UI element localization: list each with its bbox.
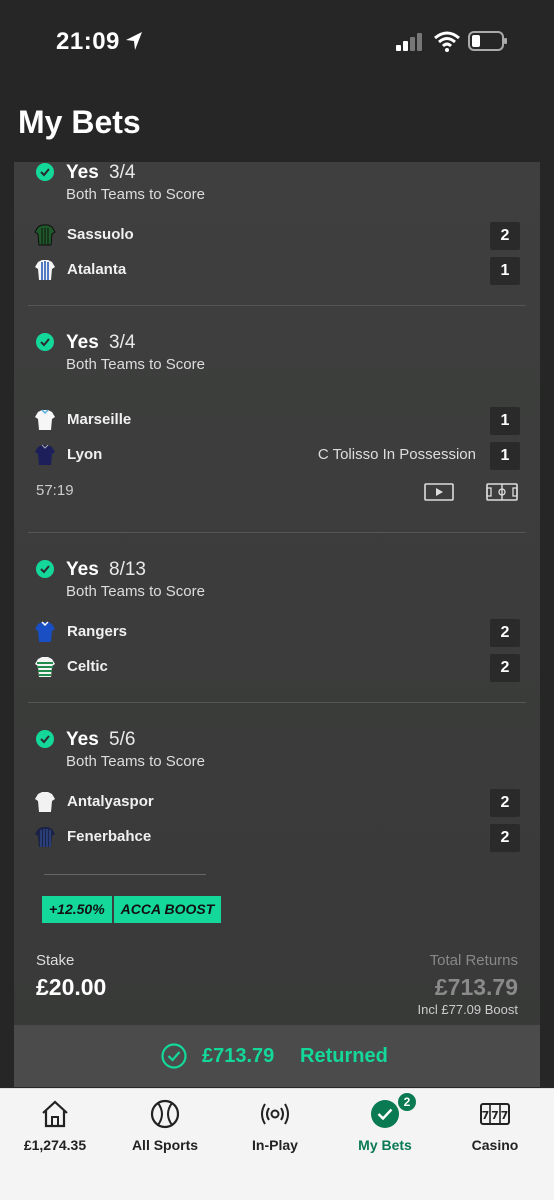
kit-antalyaspor-icon <box>35 792 55 812</box>
team-name: Atalanta <box>67 261 127 278</box>
boost-note: Incl £77.09 Boost <box>417 1002 518 1017</box>
nav-label: Casino <box>471 1137 519 1153</box>
check-circle-icon <box>36 333 54 351</box>
kit-rangers-icon <box>35 621 55 642</box>
kit-marseille-icon <box>35 409 55 430</box>
video-play-icon[interactable] <box>424 482 454 502</box>
kit-celtic-icon <box>35 657 55 677</box>
selection-odds: 8/13 <box>109 559 146 580</box>
team-score: 1 <box>490 407 520 435</box>
team-name: Antalyaspor <box>67 793 154 810</box>
ball-icon <box>150 1099 180 1129</box>
returned-amount: £713.79 <box>202 1045 275 1067</box>
status-bar: 21:09 <box>0 0 554 90</box>
stake-label: Stake <box>36 952 75 969</box>
total-returns-label: Total Returns <box>429 952 518 969</box>
check-circle-outline-icon <box>161 1043 187 1069</box>
svg-text:7: 7 <box>482 1109 490 1122</box>
match-tracker-pitch-icon[interactable] <box>486 482 518 502</box>
check-circle-icon <box>371 1100 399 1128</box>
svg-text:7: 7 <box>491 1109 499 1122</box>
kit-fenerbahce-icon <box>35 827 55 847</box>
nav-label: All Sports <box>131 1137 199 1153</box>
kit-atalanta-icon <box>35 260 55 280</box>
team-score: 2 <box>490 654 520 682</box>
team-row: Lyon C Tolisso In Possession 1 <box>34 442 520 470</box>
nav-label: £1,274.35 <box>23 1137 87 1153</box>
team-row: Fenerbahce 2 <box>34 824 520 852</box>
acca-boost-badge: +12.50% ACCA BOOST <box>42 896 222 923</box>
selection-odds: 3/4 <box>109 332 136 353</box>
nav-item-casino[interactable]: 777 Casino <box>440 1089 550 1169</box>
nav-item-my-bets[interactable]: 2 My Bets <box>330 1089 440 1169</box>
cellular-signal-icon <box>396 33 422 51</box>
total-returns-value: £713.79 <box>434 974 518 1000</box>
page-title: My Bets <box>18 104 141 140</box>
kit-sassuolo-icon <box>34 224 56 246</box>
team-row: Rangers 2 <box>34 619 520 647</box>
broadcast-icon <box>261 1103 289 1125</box>
selection-name: Yes <box>66 162 99 183</box>
match-clock: 57:19 <box>36 482 74 499</box>
team-score: 2 <box>490 824 520 852</box>
boost-percent: +12.50% <box>42 896 114 923</box>
home-icon <box>42 1100 68 1128</box>
team-row: Sassuolo 2 <box>34 222 520 250</box>
team-score: 2 <box>490 222 520 250</box>
check-circle-icon <box>36 163 54 181</box>
nav-item-in-play[interactable]: In-Play <box>220 1089 330 1169</box>
selection-name: Yes <box>66 332 99 353</box>
team-name: Marseille <box>67 411 132 428</box>
divider <box>28 532 526 533</box>
nav-label: In-Play <box>252 1137 298 1153</box>
selection-name: Yes <box>66 559 99 580</box>
market-name: Both Teams to Score <box>66 583 205 600</box>
boost-label: ACCA BOOST <box>113 896 222 923</box>
team-score: 2 <box>490 619 520 647</box>
divider <box>28 702 526 703</box>
possession-status: C Tolisso In Possession <box>317 446 476 463</box>
svg-text:7: 7 <box>501 1109 509 1122</box>
wifi-icon <box>434 31 460 52</box>
market-name: Both Teams to Score <box>66 356 205 373</box>
team-score: 1 <box>490 442 520 470</box>
selection-odds: 3/4 <box>109 162 136 183</box>
selection-name: Yes <box>66 729 99 750</box>
team-row: Atalanta 1 <box>34 257 520 285</box>
returned-status-bar: £713.79 Returned <box>14 1024 540 1087</box>
bet-card[interactable]: Yes 3/4 Both Teams to Score Sassuolo 2 A… <box>14 162 540 1087</box>
team-name: Fenerbahce <box>67 828 152 845</box>
nav-item-account[interactable]: £1,274.35 <box>0 1089 110 1169</box>
divider <box>28 305 526 306</box>
team-row: Celtic 2 <box>34 654 520 682</box>
bets-count-badge: 2 <box>398 1093 416 1111</box>
team-score: 1 <box>490 257 520 285</box>
status-time: 21:09 <box>56 28 120 55</box>
selection-odds: 5/6 <box>109 729 136 750</box>
nav-item-all-sports[interactable]: All Sports <box>110 1089 220 1169</box>
team-row: Antalyaspor 2 <box>34 789 520 817</box>
stake-value: £20.00 <box>36 974 107 1000</box>
team-name: Celtic <box>67 658 108 675</box>
divider <box>44 874 206 875</box>
team-row: Marseille 1 <box>34 407 520 435</box>
team-name: Lyon <box>67 446 103 463</box>
market-name: Both Teams to Score <box>66 186 205 203</box>
location-arrow-icon <box>126 32 142 50</box>
kit-lyon-icon <box>35 444 55 465</box>
team-name: Rangers <box>67 623 128 640</box>
team-score: 2 <box>490 789 520 817</box>
team-name: Sassuolo <box>67 226 134 243</box>
bottom-nav: £1,274.35 All Sports In-Play 2 My Bets 7… <box>0 1088 554 1200</box>
nav-label: My Bets <box>358 1137 412 1153</box>
check-circle-icon <box>36 730 54 748</box>
market-name: Both Teams to Score <box>66 753 205 770</box>
check-circle-icon <box>36 560 54 578</box>
slots-icon: 777 <box>480 1103 510 1125</box>
returned-label: Returned <box>300 1045 388 1067</box>
battery-icon <box>468 31 507 51</box>
